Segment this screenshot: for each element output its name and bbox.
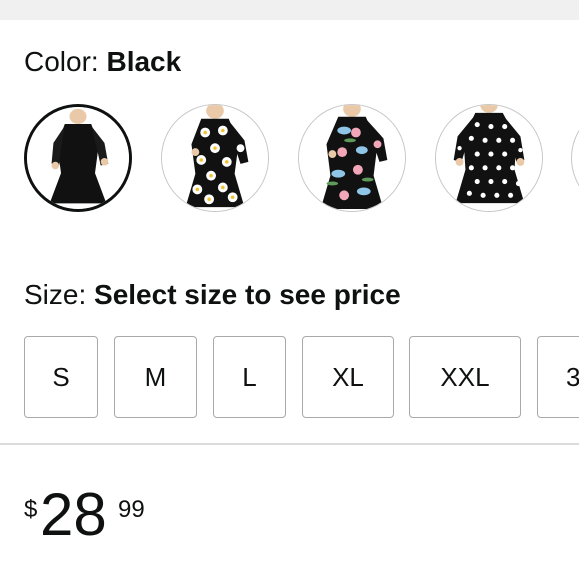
size-option-list: S M L XL XXL 3 (0, 334, 579, 420)
size-prompt: Select size to see price (94, 279, 401, 310)
section-divider (0, 443, 579, 445)
size-button-s[interactable]: S (24, 336, 98, 418)
color-heading: Color: Black (24, 44, 181, 80)
color-swatch-black[interactable] (24, 104, 132, 212)
size-heading: Size: Select size to see price (24, 277, 401, 313)
size-button-m[interactable]: M (114, 336, 197, 418)
daisy-dress-thumbnail (162, 105, 268, 211)
size-button-xxl[interactable]: XXL (409, 336, 521, 418)
floral-dress-thumbnail (299, 105, 405, 211)
polka-dot-dress-thumbnail (436, 105, 542, 211)
price-currency-symbol: $ (24, 496, 38, 523)
size-button-3xl[interactable]: 3 (537, 336, 579, 418)
color-swatch-daisy[interactable] (161, 104, 269, 212)
color-swatch-polka-dot[interactable] (435, 104, 543, 212)
color-swatch-floral[interactable] (298, 104, 406, 212)
color-label: Color: (24, 46, 99, 77)
size-button-xl[interactable]: XL (302, 336, 394, 418)
top-band (0, 0, 579, 20)
size-label: Size: (24, 279, 87, 310)
price-fraction: 99 (118, 496, 145, 523)
price-whole: 28 (40, 481, 107, 548)
size-button-l[interactable]: L (213, 336, 286, 418)
black-dress-thumbnail (27, 107, 129, 209)
color-selected-value: Black (106, 46, 182, 77)
color-swatch-list (0, 100, 579, 218)
color-swatch-next[interactable] (571, 104, 579, 212)
